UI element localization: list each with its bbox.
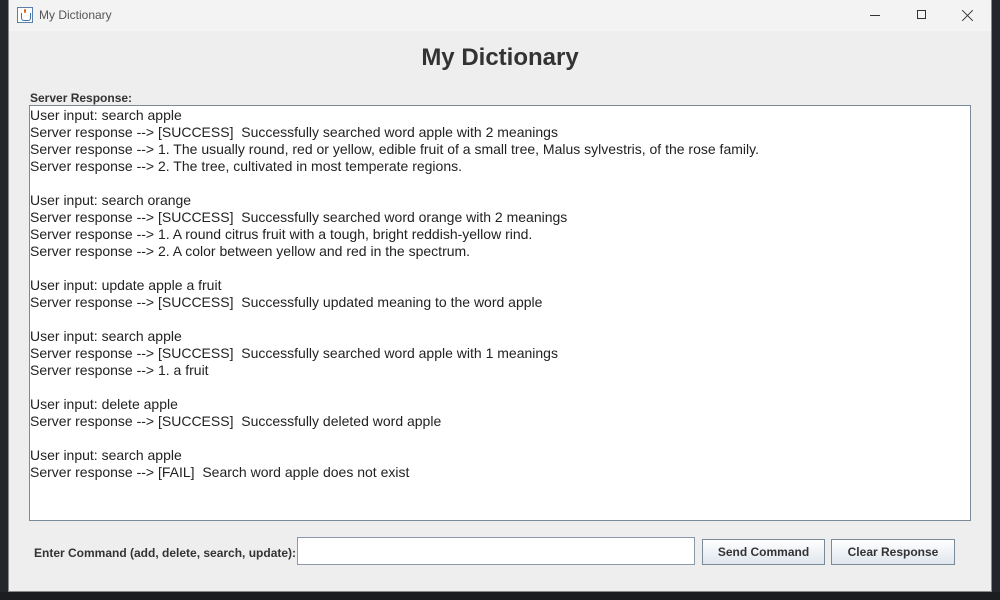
- background-desktop-left: [0, 0, 8, 600]
- response-line: Server response --> [SUCCESS] Successful…: [30, 413, 442, 429]
- maximize-icon: [917, 10, 926, 19]
- response-line: User input: search apple: [30, 107, 182, 123]
- response-line: [30, 260, 970, 277]
- response-line: [30, 379, 970, 396]
- background-desktop-bottom: [0, 592, 1000, 600]
- response-line: Server response --> 2. A color between y…: [30, 243, 471, 259]
- server-response-textarea[interactable]: User input: search apple Server response…: [29, 105, 971, 521]
- maximize-button[interactable]: [899, 0, 945, 31]
- response-line: Server response --> [SUCCESS] Successful…: [30, 345, 558, 361]
- response-line: User input: search orange: [30, 192, 192, 208]
- response-line: User input: search apple: [30, 447, 182, 463]
- java-cup-icon: [17, 7, 33, 23]
- response-line: Server response --> [SUCCESS] Successful…: [30, 124, 558, 140]
- clear-response-button[interactable]: Clear Response: [831, 539, 955, 565]
- window-title: My Dictionary: [39, 8, 112, 22]
- title-bar[interactable]: My Dictionary: [9, 0, 991, 31]
- response-line: User input: update apple a fruit: [30, 277, 222, 293]
- response-line: [30, 430, 970, 447]
- response-line: Server response --> 1. A round citrus fr…: [30, 226, 533, 242]
- command-label: Enter Command (add, delete, search, upda…: [34, 546, 297, 560]
- response-line: Server response --> [SUCCESS] Successful…: [30, 209, 568, 225]
- send-command-button[interactable]: Send Command: [702, 539, 825, 565]
- app-window: My Dictionary My Dictionary Server Respo…: [8, 0, 992, 592]
- response-line: [30, 311, 970, 328]
- server-response-label: Server Response:: [30, 91, 133, 105]
- response-line: Server response --> 2. The tree, cultiva…: [30, 158, 463, 174]
- response-line: Server response --> [SUCCESS] Successful…: [30, 294, 543, 310]
- response-line: User input: delete apple: [30, 396, 178, 412]
- minimize-icon: [870, 15, 880, 16]
- response-line: Server response --> 1. The usually round…: [30, 141, 759, 157]
- close-button[interactable]: [945, 0, 991, 31]
- close-icon: [961, 9, 975, 23]
- response-line: Server response --> 1. a fruit: [30, 362, 209, 378]
- response-line: User input: search apple: [30, 328, 182, 344]
- page-title: My Dictionary: [421, 44, 579, 71]
- minimize-button[interactable]: [853, 0, 899, 31]
- background-desktop-right: [992, 0, 1000, 600]
- response-line: [30, 175, 970, 192]
- response-line: Server response --> [FAIL] Search word a…: [30, 464, 410, 480]
- command-input[interactable]: [297, 537, 695, 565]
